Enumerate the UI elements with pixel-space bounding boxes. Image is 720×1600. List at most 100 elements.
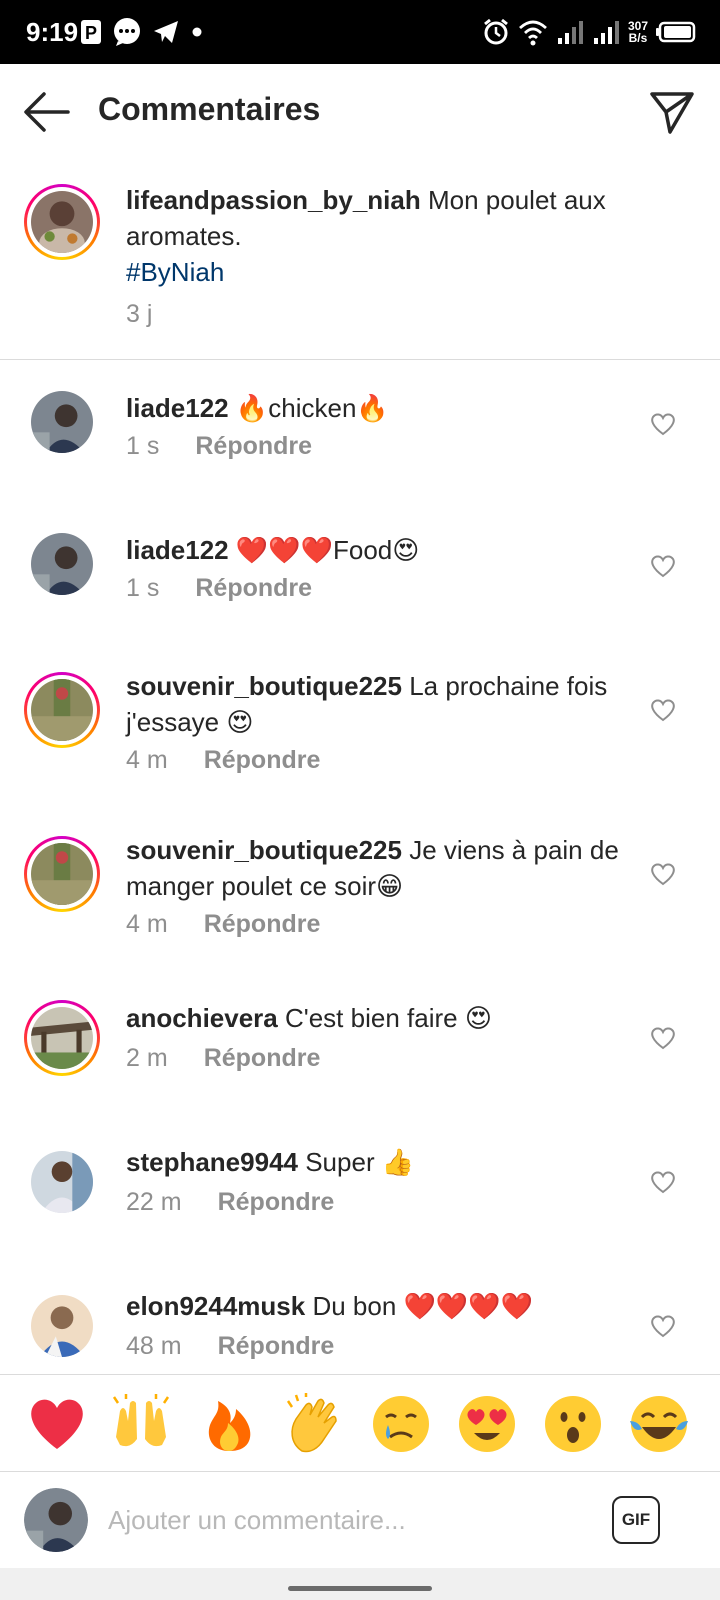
comment-avatar[interactable] [24,384,100,460]
reply-button[interactable]: Répondre [195,574,312,603]
reply-button[interactable]: Répondre [204,1044,321,1073]
status-left-icons: P [80,14,204,50]
comment-text: Super 👍 [305,1147,415,1177]
comment-meta: 2 m Répondre [126,1044,320,1073]
network-speed: 307 B/s [628,20,648,44]
heart-outline-icon[interactable] [650,1026,676,1050]
comment-avatar[interactable] [24,836,100,912]
system-nav-bar [0,1568,720,1600]
comment-time: 4 m [126,910,168,938]
network-speed-unit: B/s [628,31,648,45]
wifi-icon [519,20,547,46]
heart-eyes-emoji-button[interactable] [456,1393,518,1455]
quick-reactions-bar [0,1374,720,1472]
avatar [31,843,93,905]
avatar [31,679,93,741]
dot-icon [192,27,202,37]
comment-time: 48 m [126,1332,182,1360]
battery-icon [656,21,696,43]
comment-text: ❤️❤️❤️Food😍 [235,535,420,565]
current-user-avatar [24,1488,88,1552]
caption-hashtag[interactable]: #ByNiah [126,254,646,290]
reply-button[interactable]: Répondre [204,746,321,775]
fire-emoji-button[interactable] [198,1393,260,1455]
comment-text-block: anochievera C'est bien faire 😍 [126,1000,646,1036]
avatar [31,391,93,453]
gif-button[interactable]: GIF [612,1496,660,1544]
comment-username[interactable]: liade122 [126,393,229,423]
header: Commentaires [0,64,720,160]
reply-button[interactable]: Répondre [218,1188,335,1217]
comment-meta: 48 m Répondre [126,1332,334,1361]
comment-avatar[interactable] [24,1000,100,1076]
comment-text: C'est bien faire 😍 [284,1003,492,1033]
comment-username[interactable]: souvenir_boutique225 [126,671,402,701]
status-time: 9:19 [26,17,79,47]
comment-avatar[interactable] [24,672,100,748]
comment-meta: 4 m Répondre [126,746,320,775]
comment-avatar[interactable] [24,526,100,602]
tears-of-joy-emoji-button[interactable] [628,1393,690,1455]
comment-time: 1 s [126,574,160,602]
caption-avatar[interactable] [24,184,100,260]
comment-input[interactable] [108,1498,588,1542]
comment-username[interactable]: stephane9944 [126,1147,298,1177]
caption-text-block: lifeandpassion_by_niah Mon poulet aux ar… [126,182,646,290]
status-bar: 9:19 P 307 B/s [0,0,720,64]
alarm-icon [484,18,508,45]
comment-avatar[interactable] [24,1144,100,1220]
comment-text-block: stephane9944 Super 👍 [126,1144,646,1180]
comment-text-block: elon9244musk Du bon ❤️❤️❤️❤️ [126,1288,646,1324]
page-title: Commentaires [98,91,321,127]
caption-time: 3 j [126,300,153,328]
p-icon: P [81,20,101,44]
heart-outline-icon[interactable] [650,1170,676,1194]
reply-button[interactable]: Répondre [218,1332,335,1361]
home-indicator[interactable] [288,1586,432,1591]
signal-1-icon [557,21,583,44]
clapping-hands-emoji-button[interactable] [284,1393,346,1455]
comment-username[interactable]: liade122 [126,535,229,565]
caption-username[interactable]: lifeandpassion_by_niah [126,185,421,215]
crying-face-emoji-button[interactable] [370,1393,432,1455]
heart-outline-icon[interactable] [650,698,676,722]
comment-input-bar: GIF [0,1472,720,1568]
back-arrow-icon[interactable] [22,88,72,136]
heart-outline-icon[interactable] [650,412,676,436]
comment-text-block: souvenir_boutique225 Je viens à pain de … [126,832,646,904]
comment-text-block: liade122 ❤️❤️❤️Food😍 [126,532,646,568]
reply-button[interactable]: Répondre [204,910,321,939]
comment-time: 2 m [126,1044,168,1072]
avatar [31,533,93,595]
status-right-icons: 307 B/s [482,12,696,52]
heart-outline-icon[interactable] [650,1314,676,1338]
red-heart-emoji-button[interactable] [26,1393,88,1455]
comment-avatar[interactable] [24,1288,100,1364]
post-caption: lifeandpassion_by_niah Mon poulet aux ar… [0,160,720,360]
comment-time: 4 m [126,746,168,774]
comment-meta: 1 s Répondre [126,574,312,603]
comment-text: 🔥chicken🔥 [235,393,389,423]
comment-meta: 1 s Répondre [126,432,312,461]
chat-bubble-icon [114,18,140,46]
avatar [31,1295,93,1357]
reply-button[interactable]: Répondre [195,432,312,461]
heart-outline-icon[interactable] [650,554,676,578]
comment-time: 22 m [126,1188,182,1216]
comment-username[interactable]: elon9244musk [126,1291,305,1321]
raising-hands-emoji-button[interactable] [110,1393,172,1455]
comment-text: Du bon ❤️❤️❤️❤️ [312,1291,534,1321]
send-icon[interactable] [646,86,698,138]
comment-username[interactable]: souvenir_boutique225 [126,835,402,865]
svg-text:P: P [85,23,97,43]
comment-text-block: liade122 🔥chicken🔥 [126,390,646,426]
avatar [31,1151,93,1213]
avatar [31,191,93,253]
comment-username[interactable]: anochievera [126,1003,278,1033]
heart-outline-icon[interactable] [650,862,676,886]
surprised-face-emoji-button[interactable] [542,1393,604,1455]
comment-meta: 22 m Répondre [126,1188,334,1217]
avatar [24,1488,88,1552]
signal-2-icon [593,21,619,44]
avatar [31,1007,93,1069]
